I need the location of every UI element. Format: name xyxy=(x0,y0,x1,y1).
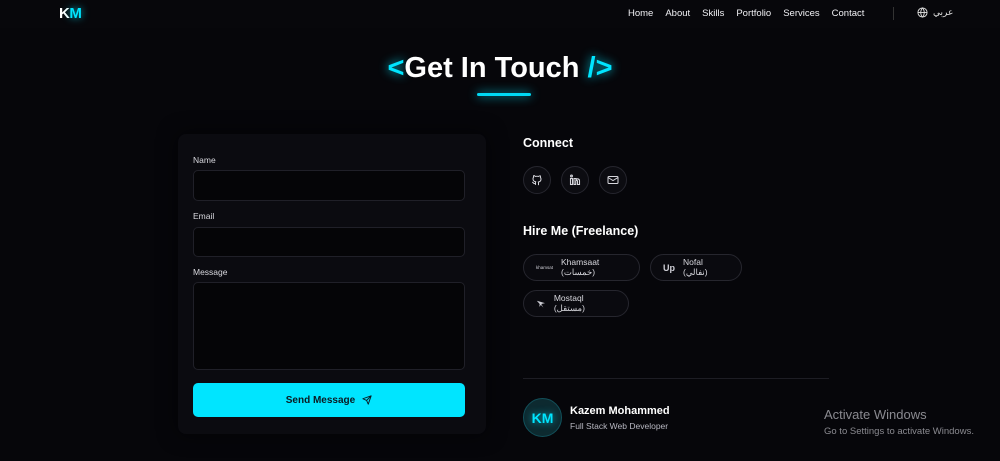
khamsat-link[interactable]: khamsat Khamsaat (خمسات) xyxy=(523,254,640,281)
message-field[interactable] xyxy=(193,282,465,370)
profile-divider xyxy=(523,378,829,379)
nav-links: Home About Skills Portfolio Services Con… xyxy=(628,8,876,19)
avatar: KM xyxy=(523,398,562,437)
khamsat-icon: khamsat xyxy=(536,265,554,270)
top-navbar: KM Home About Skills Portfolio Services … xyxy=(0,0,1000,28)
name-label: Name xyxy=(193,155,216,165)
nav-link-home[interactable]: Home xyxy=(628,8,653,19)
profile-name: Kazem Mohammed xyxy=(570,405,670,417)
globe-icon xyxy=(917,7,928,18)
github-link[interactable] xyxy=(523,166,551,194)
language-toggle[interactable]: عربي xyxy=(917,7,953,18)
logo-letter-k: K xyxy=(59,5,70,22)
send-icon xyxy=(362,395,372,405)
logo[interactable]: KM xyxy=(59,5,82,22)
activate-windows-subtitle: Go to Settings to activate Windows. xyxy=(824,426,974,437)
nofal-label: Nofal (نفالي) xyxy=(683,257,708,277)
heading-underline xyxy=(477,93,531,96)
activate-windows-title: Activate Windows xyxy=(824,407,927,422)
send-button-label: Send Message xyxy=(285,394,356,406)
email-field[interactable] xyxy=(193,227,465,257)
nav-link-contact[interactable]: Contact xyxy=(832,8,865,19)
nav-link-portfolio[interactable]: Portfolio xyxy=(736,8,771,19)
upwork-icon: Up xyxy=(663,262,675,273)
section-heading: <Get In Touch /> xyxy=(0,52,1000,85)
nav-link-services[interactable]: Services xyxy=(783,8,819,19)
mostaql-link[interactable]: Mostaql (مستقل) xyxy=(523,290,629,317)
email-label: Email xyxy=(193,211,215,221)
nav-divider xyxy=(893,7,894,20)
hire-title: Hire Me (Freelance) xyxy=(523,224,639,238)
nofal-link[interactable]: Up Nofal (نفالي) xyxy=(650,254,742,281)
email-link[interactable] xyxy=(599,166,627,194)
mail-icon xyxy=(607,176,619,184)
heading-close-bracket: /> xyxy=(587,52,613,84)
mostaql-label: Mostaql (مستقل) xyxy=(553,293,585,313)
mostaql-icon xyxy=(536,300,546,308)
profile-role: Full Stack Web Developer xyxy=(570,421,669,431)
github-icon xyxy=(532,175,542,186)
send-message-button[interactable]: Send Message xyxy=(193,383,465,417)
linkedin-icon xyxy=(569,174,581,186)
name-field[interactable] xyxy=(193,170,465,201)
nav-link-skills[interactable]: Skills xyxy=(702,8,724,19)
nav-link-about[interactable]: About xyxy=(665,8,690,19)
logo-letter-m: M xyxy=(69,5,82,22)
contact-form: Name Email Message Send Message xyxy=(178,134,486,434)
heading-open-bracket: < xyxy=(387,52,405,84)
linkedin-link[interactable] xyxy=(561,166,589,194)
message-label: Message xyxy=(193,267,228,277)
connect-title: Connect xyxy=(523,136,573,150)
khamsat-label: Khamsaat (خمسات) xyxy=(561,257,600,277)
language-label: عربي xyxy=(933,7,954,17)
heading-title: Get In Touch xyxy=(404,52,580,84)
